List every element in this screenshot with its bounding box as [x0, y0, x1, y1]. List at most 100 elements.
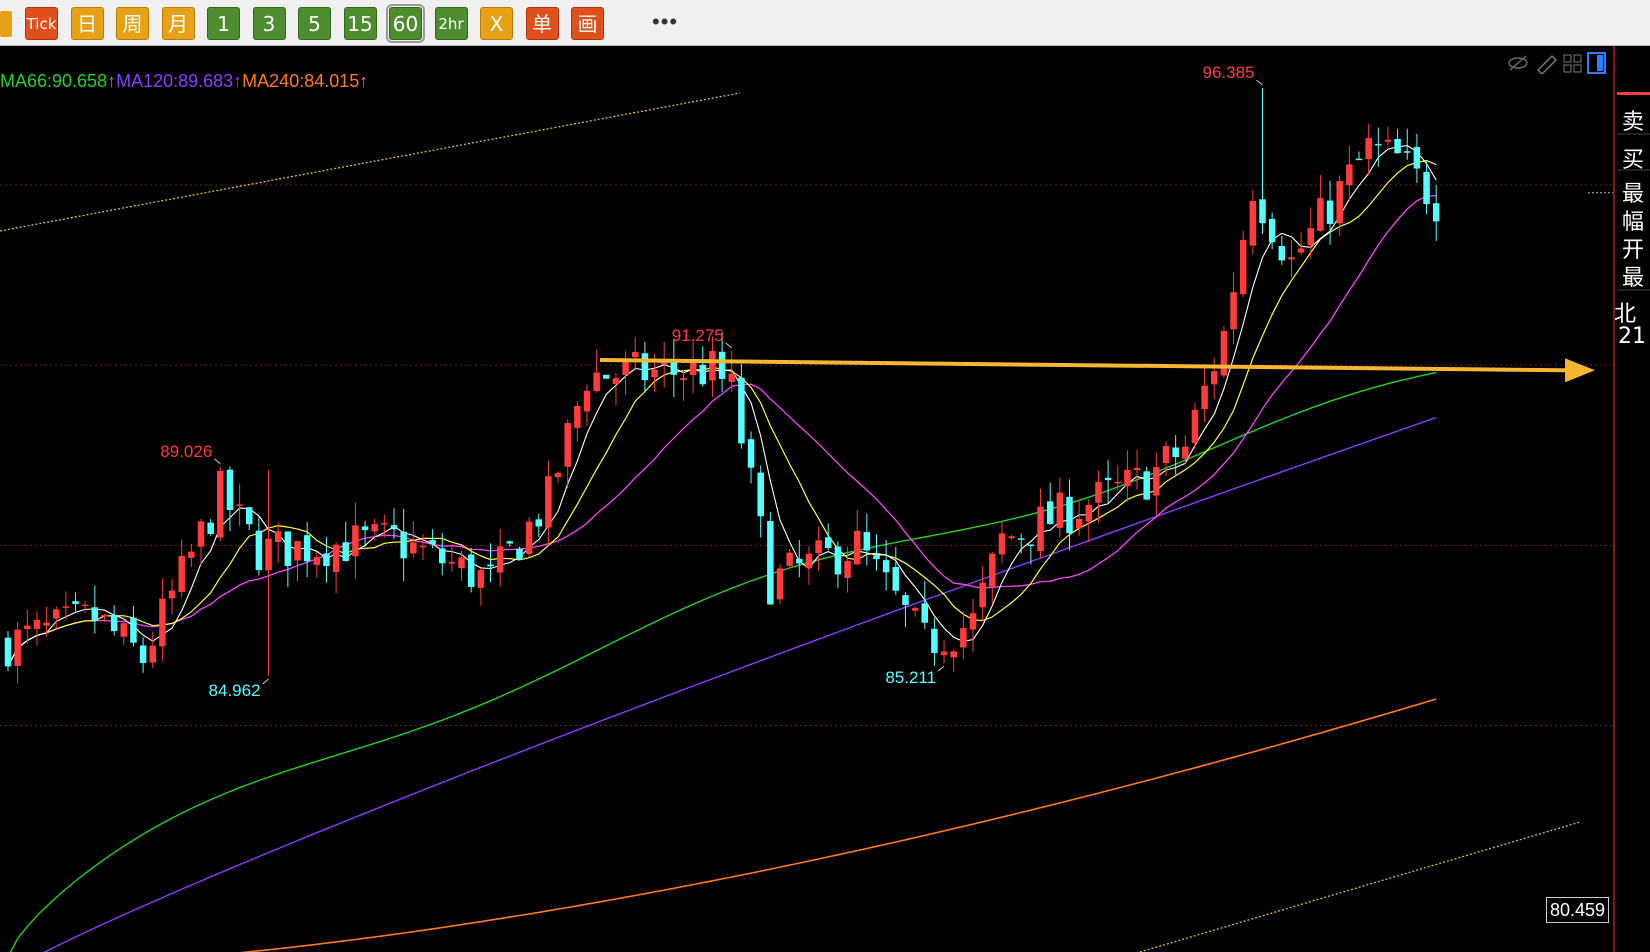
candle-body	[1432, 203, 1440, 222]
candle-body	[303, 535, 311, 562]
candle-body	[525, 521, 533, 554]
candle-body	[776, 568, 784, 600]
candle-body	[921, 603, 928, 623]
candle-body	[834, 546, 842, 575]
candle-body	[960, 628, 967, 648]
candle-body	[1220, 330, 1228, 376]
candle-body	[651, 369, 658, 378]
period-button-周[interactable]: 周	[116, 7, 149, 40]
candle-body	[130, 617, 137, 643]
candle-body	[815, 540, 822, 554]
candle-body	[1066, 496, 1073, 533]
period-button-15[interactable]: 15	[343, 7, 377, 40]
period-button-60[interactable]: 60	[386, 4, 425, 43]
candle-body	[265, 538, 272, 571]
candle-body	[1365, 138, 1372, 160]
candle-body	[1114, 481, 1121, 484]
period-button-2hr[interactable]: 2hr	[434, 7, 468, 40]
candle-body	[767, 521, 774, 605]
candle-body	[226, 469, 234, 510]
candle-body	[1095, 481, 1102, 503]
candle-body	[612, 378, 620, 384]
time-value: 21	[1618, 324, 1646, 349]
candlestick-chart[interactable]: 96.385 91.275 89.026 84.962 85.211	[0, 46, 1613, 952]
period-button-单[interactable]: 单	[525, 7, 559, 40]
candle-body	[246, 507, 253, 525]
candle-body	[1162, 446, 1170, 464]
candle-body	[110, 614, 118, 632]
candle-body	[593, 372, 600, 391]
period-button-3[interactable]: 3	[252, 7, 286, 40]
extreme-label: 96.385	[1203, 63, 1255, 82]
candle-body	[863, 532, 871, 551]
candle-body	[1172, 447, 1179, 458]
period-button-画[interactable]: 画	[571, 7, 604, 40]
candle-body	[448, 562, 456, 564]
candle-body	[14, 629, 21, 666]
candle-body	[554, 472, 562, 478]
period-button-日[interactable]: 日	[70, 7, 104, 40]
candle-body	[699, 364, 707, 385]
candle-body	[91, 607, 99, 621]
candle-body	[796, 558, 803, 564]
candle-body	[217, 470, 224, 538]
candle-body	[197, 521, 205, 547]
channel-line-upper	[0, 92, 741, 232]
candle-body	[1317, 198, 1324, 231]
candle-body	[159, 598, 166, 647]
candle-body	[53, 609, 60, 619]
candle-body	[1046, 501, 1054, 525]
annotation-pointer	[937, 665, 945, 672]
candle-body	[1124, 469, 1131, 487]
candle-body	[72, 601, 79, 605]
period-button-1[interactable]: 1	[207, 7, 240, 40]
candle-body	[439, 548, 446, 564]
candle-body	[1394, 138, 1401, 154]
candle-body	[1085, 505, 1093, 522]
candle-body	[410, 542, 417, 554]
candle-body	[680, 378, 687, 381]
candle-body	[1346, 164, 1353, 186]
candle-body	[120, 623, 128, 637]
period-button-tick[interactable]: Tick	[25, 7, 58, 40]
candle-body	[496, 546, 504, 573]
last-price-tag: 80.459	[1546, 897, 1610, 923]
candle-body	[574, 405, 581, 428]
candle-body	[188, 551, 195, 558]
period-button-5[interactable]: 5	[298, 7, 331, 40]
period-button-x[interactable]: X	[480, 7, 513, 40]
buy-label: 买	[1622, 148, 1645, 173]
candle-body	[1075, 518, 1083, 529]
candle-body	[564, 422, 571, 467]
candle-body	[33, 619, 41, 629]
candle-body	[1288, 257, 1295, 260]
candle-body	[853, 530, 861, 565]
candle-body	[419, 545, 427, 548]
candle-body	[400, 531, 407, 559]
candle-body	[487, 564, 494, 567]
candle-body	[1355, 158, 1363, 161]
candle-body	[371, 523, 378, 532]
sell-label: 卖	[1622, 110, 1645, 135]
candle-body	[313, 556, 321, 565]
candle-body	[545, 476, 552, 528]
candle-body	[747, 439, 755, 468]
candle-body	[786, 552, 793, 566]
candle-body	[43, 622, 50, 626]
candle-body	[603, 374, 610, 379]
more-options-button[interactable]: •••	[652, 9, 678, 35]
candle-body	[1423, 171, 1430, 205]
high-label: 最	[1622, 266, 1645, 291]
candle-body	[873, 555, 880, 560]
candle-body	[1133, 467, 1141, 471]
ma240-line	[239, 698, 1437, 952]
candle-body	[1307, 228, 1314, 246]
candle-body	[1201, 385, 1208, 410]
candle-body	[689, 361, 697, 376]
channel-line-lower	[1139, 821, 1581, 952]
candle-body	[1375, 143, 1382, 146]
annotation-pointer	[725, 342, 733, 349]
candle-body	[709, 351, 716, 381]
candle-body	[323, 553, 330, 567]
period-button-月[interactable]: 月	[161, 7, 195, 40]
